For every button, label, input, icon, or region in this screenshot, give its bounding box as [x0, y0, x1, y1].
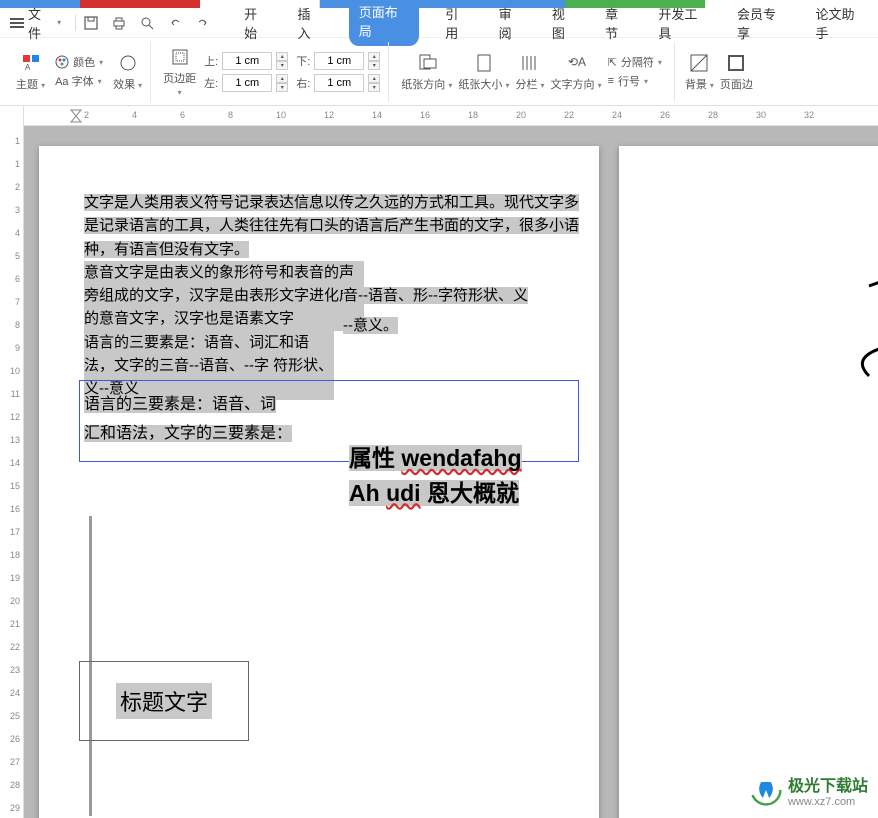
- tab-chapter[interactable]: 章节: [603, 0, 632, 46]
- print-icon[interactable]: [110, 14, 128, 32]
- watermark-url: www.xz7.com: [788, 796, 868, 808]
- curve-shape[interactable]: [859, 266, 878, 386]
- tab-view[interactable]: 视图: [550, 0, 579, 46]
- spin-down[interactable]: ▾: [276, 61, 288, 70]
- save-icon[interactable]: [82, 14, 100, 32]
- text-direction-button[interactable]: ⟲A 文字方向 ▾: [551, 52, 602, 92]
- spin-up[interactable]: ▴: [276, 74, 288, 83]
- spin-up[interactable]: ▴: [368, 52, 380, 61]
- watermark-logo-icon: [750, 774, 782, 806]
- spin-down[interactable]: ▾: [368, 83, 380, 92]
- background-button[interactable]: 背景 ▾: [685, 52, 714, 92]
- break-button[interactable]: ⇱分隔符▾: [608, 54, 662, 70]
- margin-bottom-row: 下: ▴▾: [296, 52, 380, 70]
- selected-text[interactable]: 语言的三要素是：语音、词 汇和语法，文字的三要素是：: [84, 391, 324, 449]
- group-paper: 纸张方向 ▾ 纸张大小 ▾ 分栏 ▾ ⟲A 文字方向 ▾ ⇱分隔符▾ ≡行号▾: [393, 42, 670, 102]
- tab-devtools[interactable]: 开发工具: [656, 0, 711, 46]
- menu-bar: 文件 ▾ 开始 插入 页面布局 引用 审阅 视图 章节 开发工具 会员专享 论文…: [0, 8, 878, 38]
- vertical-ruler[interactable]: 1123456789101112131415161718192021222324…: [0, 106, 24, 818]
- document-canvas[interactable]: 文字是人类用表义符号记录表达信息以传之久远的方式和工具。现代文字多是记录语言的工…: [24, 126, 878, 818]
- margin-right-row: 右: ▴▾: [296, 74, 380, 92]
- text-box[interactable]: 音--语音、形--字符形状、义 --意义。: [343, 281, 583, 341]
- page[interactable]: [619, 146, 878, 818]
- theme-label: 主题 ▾: [16, 76, 45, 92]
- columns-icon: [519, 52, 541, 74]
- line-number-button[interactable]: ≡行号▾: [608, 73, 662, 89]
- margin-icon: [169, 46, 191, 68]
- effect-button[interactable]: 效果 ▾: [113, 52, 142, 92]
- tab-page-layout[interactable]: 页面布局: [349, 0, 420, 46]
- spin-down[interactable]: ▾: [276, 83, 288, 92]
- break-icon: ⇱: [608, 56, 617, 69]
- tab-stub[interactable]: [80, 0, 200, 8]
- watermark-title: 极光下载站: [788, 772, 868, 796]
- margin-left-row: 左: ▴▾: [204, 74, 288, 92]
- editor-area: 1123456789101112131415161718192021222324…: [0, 106, 878, 818]
- font-button[interactable]: Aa 字体▾: [55, 73, 103, 89]
- tab-review[interactable]: 审阅: [497, 0, 526, 46]
- theme-button[interactable]: A 主题 ▾: [16, 52, 45, 92]
- group-background: 背景 ▾ 页面边: [674, 42, 761, 102]
- chevron-down-icon: ▾: [57, 18, 61, 27]
- margin-button[interactable]: 页边距▾: [163, 46, 196, 97]
- svg-text:A: A: [25, 63, 31, 72]
- theme-icon: A: [20, 52, 42, 74]
- tab-member[interactable]: 会员专享: [735, 0, 790, 46]
- effect-icon: [117, 52, 139, 74]
- group-theme: A 主题 ▾ 颜色▾ Aa 字体▾ 效果 ▾: [8, 42, 151, 102]
- tab-start[interactable]: 开始: [242, 0, 271, 46]
- title-text[interactable]: 标题文字: [116, 683, 212, 719]
- file-menu[interactable]: 文件 ▾: [10, 4, 61, 42]
- margin-bottom-input[interactable]: [314, 52, 364, 70]
- effect-label: 效果 ▾: [113, 76, 142, 92]
- spin-down[interactable]: ▾: [368, 61, 380, 70]
- ribbon-tabs: 开始 插入 页面布局 引用 审阅 视图 章节 开发工具 会员专享 论文助手: [242, 0, 868, 46]
- spin-up[interactable]: ▴: [368, 74, 380, 83]
- indent-marker-icon[interactable]: [69, 108, 83, 124]
- watermark: 极光下载站 www.xz7.com: [750, 772, 868, 808]
- paper-size-icon: [473, 52, 495, 74]
- undo-icon[interactable]: [166, 14, 184, 32]
- tab-insert[interactable]: 插入: [295, 0, 324, 46]
- margin-top-row: 上: ▴▾: [204, 52, 288, 70]
- large-text[interactable]: 属性 wendafahg Ah udi 恩大概就: [349, 441, 522, 510]
- background-icon: [688, 52, 710, 74]
- page-border-icon: [725, 52, 747, 74]
- orientation-icon: [416, 52, 438, 74]
- svg-text:⟲A: ⟲A: [568, 55, 586, 69]
- size-button[interactable]: 纸张大小 ▾: [458, 52, 509, 92]
- page-border-button[interactable]: 页面边: [720, 52, 753, 92]
- margin-left-input[interactable]: [222, 74, 272, 92]
- linenum-icon: ≡: [608, 75, 614, 87]
- columns-button[interactable]: 分栏 ▾: [515, 52, 544, 92]
- horizontal-ruler[interactable]: 2468101214161820222426283032: [24, 106, 878, 126]
- palette-icon: [55, 55, 69, 69]
- spin-up[interactable]: ▴: [276, 52, 288, 61]
- orientation-button[interactable]: 纸张方向 ▾: [401, 52, 452, 92]
- redo-icon[interactable]: [194, 14, 212, 32]
- margin-top-input[interactable]: [222, 52, 272, 70]
- file-label: 文件: [28, 4, 53, 42]
- page[interactable]: 文字是人类用表义符号记录表达信息以传之久远的方式和工具。现代文字多是记录语言的工…: [39, 146, 599, 818]
- tab-references[interactable]: 引用: [443, 0, 472, 46]
- title-text-box[interactable]: 标题文字: [79, 661, 249, 741]
- color-button[interactable]: 颜色▾: [55, 54, 103, 70]
- ribbon: A 主题 ▾ 颜色▾ Aa 字体▾ 效果 ▾ 页边距▾ 上:: [0, 38, 878, 106]
- margin-right-input[interactable]: [314, 74, 364, 92]
- hamburger-icon: [10, 16, 24, 30]
- group-margins: 页边距▾ 上: ▴▾ 左: ▴▾ 下: ▴▾: [155, 42, 389, 102]
- tab-thesis[interactable]: 论文助手: [814, 0, 869, 46]
- text-direction-icon: ⟲A: [565, 52, 587, 74]
- quick-access: [82, 14, 212, 32]
- preview-icon[interactable]: [138, 14, 156, 32]
